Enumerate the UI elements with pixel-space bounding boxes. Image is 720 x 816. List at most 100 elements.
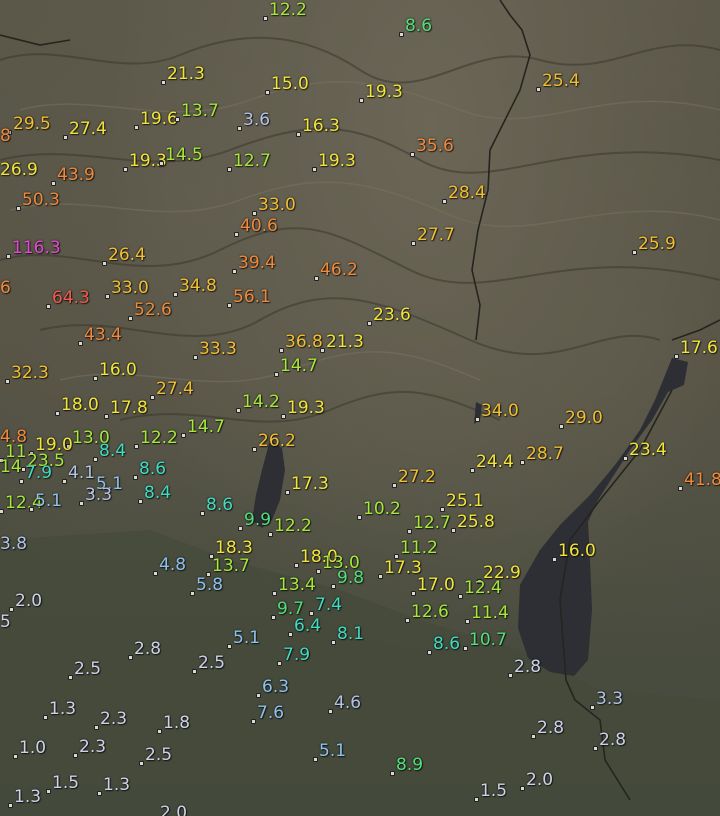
station-marker [623, 456, 628, 461]
station-value: 17.6 [680, 338, 718, 358]
station-value: 2.5 [74, 659, 102, 679]
station-value: 19.3 [365, 82, 403, 102]
station-value: 27.7 [417, 225, 455, 245]
station-marker [150, 395, 155, 400]
station-value: 13.4 [278, 575, 316, 595]
station-marker [227, 644, 232, 649]
station-value: 29.5 [13, 114, 51, 134]
station-marker [536, 87, 541, 92]
station-marker [328, 709, 333, 714]
station-marker [288, 632, 293, 637]
station-marker [552, 557, 557, 562]
station-value: 14.7 [187, 417, 225, 437]
station-value: 17.3 [291, 474, 329, 494]
station-marker [0, 509, 4, 514]
station-marker [378, 574, 383, 579]
station-value: 8.6 [405, 16, 433, 36]
station-value: 12.6 [411, 602, 449, 622]
station-marker [474, 797, 479, 802]
station-value: 8.6 [433, 634, 461, 654]
station-marker [193, 355, 198, 360]
station-value: 8.6 [206, 495, 234, 515]
station-value: 16.3 [302, 116, 340, 136]
station-value: 43.9 [57, 165, 95, 185]
station-marker [359, 98, 364, 103]
station-marker [102, 261, 107, 266]
station-marker [93, 457, 98, 462]
station-value: 17.0 [417, 575, 455, 595]
station-value: 14.5 [165, 145, 203, 165]
station-value: 5.8 [196, 575, 224, 595]
station-marker [451, 528, 456, 533]
station-marker [440, 507, 445, 512]
station-value: 21.3 [167, 64, 205, 84]
station-marker [331, 640, 336, 645]
station-marker [78, 341, 83, 346]
station-value: 29.0 [565, 408, 603, 428]
station-marker [458, 594, 463, 599]
station-value: 3.3 [85, 485, 113, 505]
station-marker [632, 250, 637, 255]
station-value: 17.8 [110, 398, 148, 418]
station-value: 7.6 [257, 703, 285, 723]
station-value: 10.2 [363, 499, 401, 519]
station-value: 25.9 [638, 234, 676, 254]
station-value: 25.8 [457, 512, 495, 532]
station-value: 34.0 [481, 401, 519, 421]
station-marker [508, 673, 513, 678]
station-marker [410, 152, 415, 157]
station-marker [678, 486, 683, 491]
station-value: 14.2 [242, 392, 280, 412]
station-value: 36.8 [285, 332, 323, 352]
station-marker [232, 269, 237, 274]
station-marker [265, 90, 270, 95]
station-marker [128, 316, 133, 321]
station-marker [531, 734, 536, 739]
station-marker [285, 490, 290, 495]
station-value: 26.9 [0, 160, 38, 180]
station-marker [251, 719, 256, 724]
station-value: 33.3 [199, 339, 237, 359]
station-marker [411, 241, 416, 246]
station-value: 4.1 [68, 463, 96, 483]
station-value: 11.4 [471, 603, 509, 623]
station-value: 5 [0, 612, 11, 632]
station-value: 2.8 [134, 639, 162, 659]
station-marker [279, 348, 284, 353]
station-marker [271, 615, 276, 620]
station-marker [73, 753, 78, 758]
station-value: 4.6 [334, 693, 362, 713]
station-value: 1.5 [52, 773, 80, 793]
station-marker [367, 321, 372, 326]
station-marker [234, 232, 239, 237]
station-marker [16, 206, 21, 211]
station-value: 2.5 [145, 745, 173, 765]
station-marker [296, 132, 301, 137]
station-value: 2.0 [15, 591, 43, 611]
station-value: 23.6 [373, 305, 411, 325]
station-value: 64.3 [52, 288, 90, 308]
station-marker [238, 526, 243, 531]
station-value: 116.3 [12, 238, 61, 258]
rainfall-map[interactable]: 12.2 8.6 21.3 15.0 19.3 25.4 29.5 27.4 19.6 13.7 3… [0, 0, 720, 816]
station-value: 6 [0, 278, 11, 298]
station-marker [390, 771, 395, 776]
station-value: 5.1 [233, 628, 261, 648]
station-value: 10.7 [469, 630, 507, 650]
station-value: 56.1 [233, 287, 271, 307]
station-marker [19, 479, 24, 484]
station-value: 9.9 [244, 510, 272, 530]
station-value: 2.0 [526, 770, 554, 790]
station-value: 40.6 [240, 216, 278, 236]
station-marker [138, 499, 143, 504]
station-marker [133, 475, 138, 480]
station-value: 25.4 [542, 71, 580, 91]
station-marker [173, 292, 178, 297]
station-value: 21.3 [326, 332, 364, 352]
station-marker [277, 661, 282, 666]
station-value: 2.5 [198, 653, 226, 673]
station-marker [105, 294, 110, 299]
station-value: 50.3 [22, 190, 60, 210]
station-marker [520, 460, 525, 465]
station-marker [63, 135, 68, 140]
